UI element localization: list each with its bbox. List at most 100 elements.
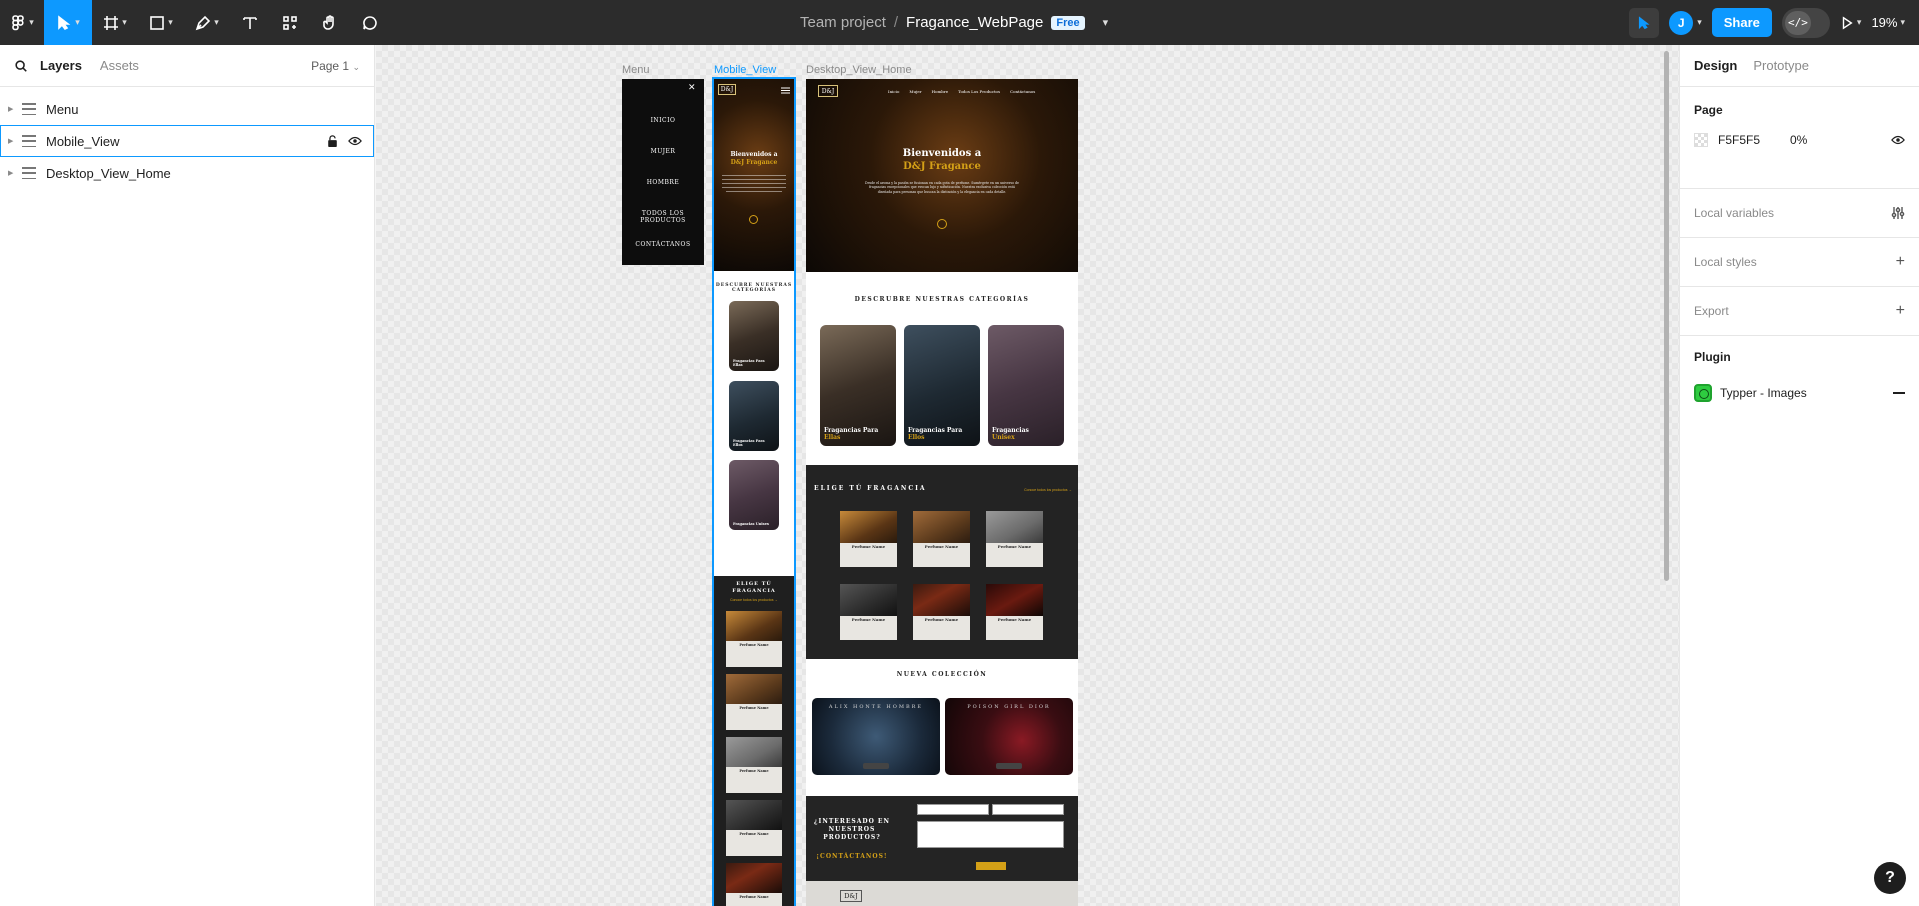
move-tool-button[interactable]: ▾: [44, 0, 92, 45]
text-line: [722, 183, 786, 184]
category-card: Fragancias Para Ellas: [820, 325, 896, 446]
file-name[interactable]: Fragance_WebPage: [906, 14, 1043, 31]
hero-title-line-2: D&J Fragance: [730, 158, 778, 166]
product-body: Perfume Name: [913, 543, 970, 567]
local-variables-label: Local variables: [1694, 206, 1775, 220]
desktop-contact-section: ¿INTERESADO EN NUESTROS PRODUCTOS? ¡CONT…: [806, 796, 1078, 881]
plugin-row[interactable]: Typper - Images: [1694, 384, 1905, 402]
hand-tool-button[interactable]: [310, 0, 350, 45]
eye-icon[interactable]: [348, 136, 362, 146]
nav-item: Todos Los Productos: [958, 89, 1001, 94]
avatar[interactable]: J: [1669, 10, 1694, 35]
product-body: Perfume Name: [840, 543, 897, 567]
tab-prototype[interactable]: Prototype: [1753, 58, 1809, 73]
cursor-chat-icon: [1639, 15, 1650, 29]
shape-tool-button[interactable]: ▾: [138, 0, 184, 45]
mobile-hero-title: Bienvenidos a D&J Fragance: [714, 151, 794, 167]
tab-layers[interactable]: Layers: [40, 58, 82, 73]
page-selector[interactable]: Page 1 ⌄: [311, 59, 360, 73]
file-menu-chevron-icon[interactable]: ▾: [1103, 16, 1109, 29]
plan-badge[interactable]: Free: [1051, 15, 1085, 30]
product-body: Perfume Name: [913, 616, 970, 640]
desktop-hero: D&J Inicio Mujer Hombre Todos Los Produc…: [806, 79, 1078, 272]
layer-name: Desktop_View_Home: [46, 165, 171, 181]
chevron-down-icon: ▾: [168, 17, 173, 27]
expand-caret-icon[interactable]: ▶: [8, 105, 22, 113]
product-card: Perfume Name: [726, 611, 782, 667]
comment-tool-button[interactable]: [350, 0, 390, 45]
page-heading: Page: [1694, 103, 1723, 117]
resources-tool-button[interactable]: [270, 0, 310, 45]
design-canvas[interactable]: Menu Mobile_View Desktop_View_Home ✕ INI…: [376, 45, 1679, 906]
remove-icon[interactable]: [1893, 392, 1905, 394]
collection-card: ALIX HONTE HOMBRE: [812, 698, 940, 775]
menu-frame[interactable]: ✕ INICIO MUJER HOMBRE TODOS LOS PRODUCTO…: [622, 79, 704, 265]
product-name: Perfume Name: [997, 544, 1032, 549]
frame-label-mobile[interactable]: Mobile_View: [714, 64, 776, 76]
local-variables-section[interactable]: Local variables: [1680, 189, 1919, 238]
page-color-swatch[interactable]: [1694, 133, 1708, 147]
product-name: Perfume Name: [739, 706, 769, 710]
multiplayer-cursor-button[interactable]: [1629, 7, 1660, 38]
text-line: [722, 187, 786, 188]
share-button[interactable]: Share: [1711, 8, 1772, 37]
tab-assets[interactable]: Assets: [100, 58, 139, 73]
tab-design[interactable]: Design: [1694, 58, 1737, 73]
product-name: Perfume Name: [924, 617, 959, 622]
product-name: Perfume Name: [739, 895, 769, 899]
product-card: Perfume Name: [913, 584, 970, 640]
help-button[interactable]: ?: [1874, 862, 1906, 894]
frame-label-menu[interactable]: Menu: [622, 64, 650, 76]
zoom-control[interactable]: 19% ▾: [1871, 15, 1905, 30]
product-card: Perfume Name: [986, 511, 1043, 567]
unlock-icon[interactable]: [327, 135, 338, 147]
product-body: Perfume Name: [726, 830, 782, 856]
product-card: Perfume Name: [840, 584, 897, 640]
search-icon[interactable]: [14, 59, 28, 73]
page-opacity[interactable]: 0%: [1790, 133, 1807, 147]
product-body: Perfume Name: [986, 616, 1043, 640]
dev-mode-toggle[interactable]: </>: [1781, 7, 1830, 38]
frame-tool-button[interactable]: ▾: [92, 0, 138, 45]
desktop-products-section: ELIGE TÚ FRAGANCIA Conoce todos los prod…: [806, 465, 1078, 659]
mobile-categories-title: DESCUBRE NUESTRAS CATEGORÍAS: [715, 283, 793, 293]
layer-name: Mobile_View: [46, 133, 120, 149]
desktop-view-frame[interactable]: D&J Inicio Mujer Hombre Todos Los Produc…: [806, 79, 1078, 906]
collection-button: [996, 763, 1022, 769]
pen-tool-button[interactable]: ▾: [184, 0, 230, 45]
mobile-hero: D&J Bienvenidos a D&J Fragance: [714, 79, 794, 271]
product-image: [840, 511, 897, 543]
layer-row[interactable]: ▶ Menu: [0, 93, 374, 125]
local-styles-section[interactable]: Local styles +: [1680, 238, 1919, 287]
product-image: [726, 737, 782, 767]
mobile-choose-title: ELIGE TÚ FRAGANCIA: [732, 581, 776, 594]
layer-name: Menu: [46, 101, 79, 117]
canvas-scrollbar[interactable]: [1664, 51, 1669, 581]
layers-panel: Layers Assets Page 1 ⌄ ▶ Menu ▶ Mobile_V…: [0, 45, 375, 906]
page-color-hex[interactable]: F5F5F5: [1718, 133, 1790, 147]
text-tool-button[interactable]: [230, 0, 270, 45]
user-menu[interactable]: J ▾: [1669, 10, 1702, 35]
layer-row[interactable]: ▶ Desktop_View_Home: [0, 157, 374, 189]
mobile-view-frame[interactable]: D&J Bienvenidos a D&J Fragance DESCUBRE …: [712, 77, 796, 906]
present-button[interactable]: ▾: [1840, 0, 1861, 45]
add-icon[interactable]: +: [1896, 302, 1905, 320]
frame-stack-icon: [22, 103, 36, 115]
frame-label-desktop[interactable]: Desktop_View_Home: [806, 64, 912, 76]
product-body: Perfume Name: [726, 893, 782, 906]
expand-caret-icon[interactable]: ▶: [8, 137, 22, 145]
layer-actions: [327, 135, 362, 147]
product-card: Perfume Name: [726, 863, 782, 906]
eye-icon[interactable]: [1891, 135, 1905, 145]
project-name[interactable]: Team project: [800, 14, 886, 31]
variables-settings-icon[interactable]: [1891, 206, 1905, 220]
category-caption: Fragancias Unisex: [992, 427, 1029, 442]
export-section[interactable]: Export +: [1680, 287, 1919, 336]
layer-row[interactable]: ▶ Mobile_View: [0, 125, 374, 157]
mobile-choose-link: Conoce todos los productos →: [730, 598, 778, 602]
main-menu-button[interactable]: ▾: [0, 0, 44, 45]
add-icon[interactable]: +: [1896, 253, 1905, 271]
frame-stack-icon: [22, 135, 36, 147]
product-image: [986, 511, 1043, 543]
expand-caret-icon[interactable]: ▶: [8, 169, 22, 177]
